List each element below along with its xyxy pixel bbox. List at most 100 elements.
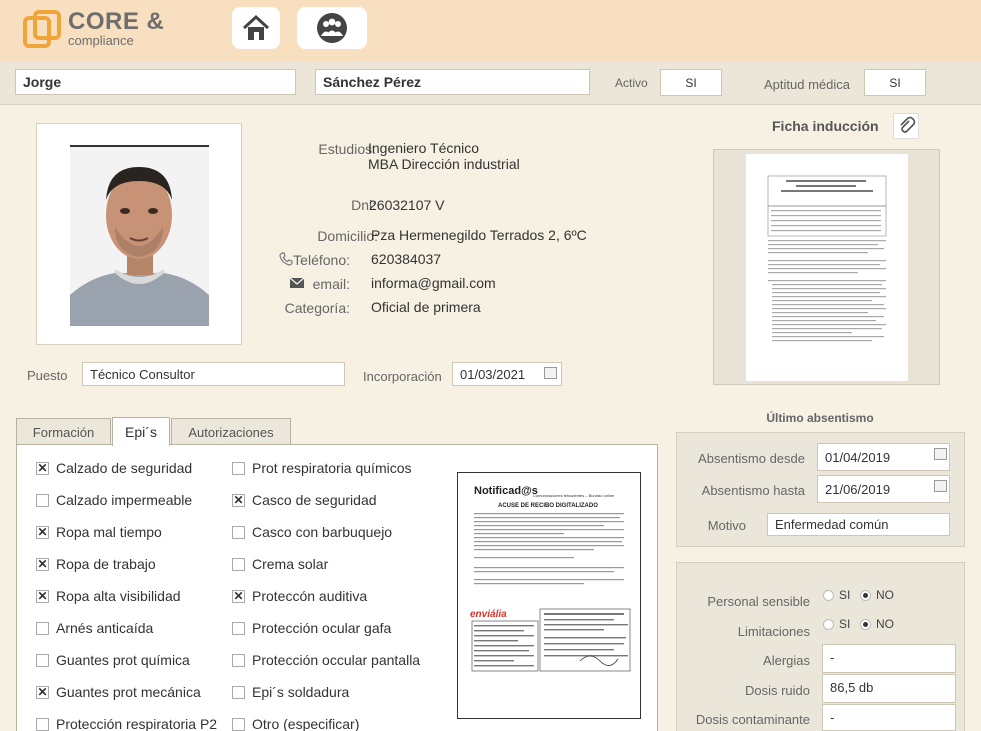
motivo-field[interactable]: Enfermedad común <box>767 513 950 536</box>
aptitud-field[interactable]: SI <box>864 69 926 96</box>
radio-label: NO <box>876 588 894 602</box>
epi-checkbox[interactable]: Crema solar <box>232 556 328 572</box>
group-button[interactable] <box>297 7 367 49</box>
first-name-field[interactable]: Jorge <box>15 69 296 95</box>
epi-checkbox[interactable]: ✕ Guantes prot mecánica <box>36 684 201 700</box>
home-icon <box>242 14 270 40</box>
checkbox-checked[interactable]: ✕ <box>36 685 49 699</box>
epi-checkbox[interactable]: ✕ Ropa de trabajo <box>36 556 156 572</box>
calendar-icon[interactable] <box>544 367 557 379</box>
epi-label: Calzado impermeable <box>56 492 193 508</box>
epi-checkbox[interactable]: Guantes prot química <box>36 652 190 668</box>
group-icon <box>317 13 347 43</box>
home-button[interactable] <box>232 7 280 49</box>
epi-checkbox[interactable]: Protección ocular gafa <box>232 620 391 636</box>
tab-epis[interactable]: Epi´s <box>112 417 170 446</box>
checkbox-unchecked[interactable] <box>232 717 245 731</box>
limitaciones-no-radio[interactable]: NO <box>860 617 894 631</box>
tab-formacion[interactable]: Formación <box>16 418 111 445</box>
receipt-text-lines <box>474 513 624 585</box>
checkbox-checked[interactable]: ✕ <box>36 525 49 539</box>
radio-label: SI <box>839 617 851 631</box>
epi-checkbox[interactable]: ✕ Proteccón auditiva <box>232 588 367 604</box>
checkbox-checked[interactable]: ✕ <box>36 589 49 603</box>
checkbox-unchecked[interactable] <box>36 493 49 507</box>
absentismo-hasta-field[interactable]: 21/06/2019 <box>817 475 950 503</box>
epi-label: Protección occular pantalla <box>252 652 421 668</box>
checkbox-unchecked[interactable] <box>232 557 245 571</box>
checkbox-checked[interactable]: ✕ <box>36 557 49 571</box>
epi-checkbox[interactable]: Prot respiratoria químicos <box>232 460 412 476</box>
checkbox-unchecked[interactable] <box>36 621 49 635</box>
sensible-no-radio[interactable]: NO <box>860 588 894 602</box>
epi-checkbox[interactable]: ✕ Calzado de seguridad <box>36 460 192 476</box>
dosis-ruido-field[interactable]: 86,5 db <box>822 674 956 703</box>
checkbox-unchecked[interactable] <box>232 653 245 667</box>
receipt-document[interactable]: Notificad@s Comunicaciones fehacientes –… <box>457 472 641 719</box>
epi-checkbox[interactable]: Calzado impermeable <box>36 492 192 508</box>
epi-checkbox[interactable]: Protección respiratoria P2 <box>36 716 217 731</box>
checkbox-unchecked[interactable] <box>232 525 245 539</box>
email-value[interactable]: informa@gmail.com <box>371 275 496 291</box>
receipt-brand: Notificad@s <box>474 485 538 497</box>
logo-icon <box>23 10 61 48</box>
checkbox-unchecked[interactable] <box>232 621 245 635</box>
limitaciones-si-radio[interactable]: SI <box>823 617 850 631</box>
checkbox-unchecked[interactable] <box>36 717 49 731</box>
epi-label: Casco de seguridad <box>252 492 377 508</box>
radio-dot <box>823 589 834 601</box>
absentismo-title: Último absentismo <box>766 411 874 425</box>
domicilio-label: Domicilio: <box>317 228 378 244</box>
estudios-line2: MBA Dirección industrial <box>368 156 520 172</box>
attach-button[interactable] <box>893 113 919 139</box>
alergias-field[interactable]: - <box>822 644 956 673</box>
calendar-icon[interactable] <box>934 480 947 492</box>
dosis-contaminante-field[interactable]: - <box>822 704 956 731</box>
paperclip-icon <box>900 116 916 133</box>
tab-autorizaciones[interactable]: Autorizaciones <box>171 418 291 445</box>
receipt-form-image <box>471 608 631 672</box>
epi-checkbox[interactable]: Otro (especificar) <box>232 716 359 731</box>
epi-label: Epi´s soldadura <box>252 684 350 700</box>
incorporacion-value: 01/03/2021 <box>460 366 526 382</box>
epi-label: Prot respiratoria químicos <box>252 460 412 476</box>
ficha-document-preview[interactable] <box>713 149 940 385</box>
estudios-label: Estudios: <box>318 141 376 157</box>
activo-field[interactable]: SI <box>660 69 722 96</box>
domicilio-value: Pza Hermenegildo Terrados 2, 6ºC <box>371 227 587 243</box>
checkbox-checked[interactable]: ✕ <box>232 493 245 507</box>
email-label: email: <box>312 276 350 292</box>
checkbox-unchecked[interactable] <box>232 461 245 475</box>
checkbox-unchecked[interactable] <box>232 685 245 699</box>
puesto-field[interactable]: Técnico Consultor <box>82 362 345 386</box>
epi-label: Protección ocular gafa <box>252 620 392 636</box>
radio-label: SI <box>839 588 851 602</box>
last-name-field[interactable]: Sánchez Pérez <box>315 69 590 95</box>
limitaciones-label: Limitaciones <box>737 624 810 639</box>
checkbox-checked[interactable]: ✕ <box>232 589 245 603</box>
epi-label: Calzado de seguridad <box>56 460 193 476</box>
categoria-value: Oficial de primera <box>371 299 481 315</box>
radio-label: NO <box>876 617 894 631</box>
brand-name: CORE & <box>68 8 165 35</box>
categoria-label: Categoría: <box>284 300 350 316</box>
epi-label: Arnés anticaída <box>56 620 154 636</box>
ficha-title: Ficha inducción <box>772 118 879 134</box>
epi-checkbox[interactable]: Arnés anticaída <box>36 620 153 636</box>
personal-sensible-label: Personal sensible <box>707 594 810 609</box>
incorporacion-label: Incorporación <box>363 369 442 384</box>
epi-label: Proteccón auditiva <box>252 588 368 604</box>
epi-checkbox[interactable]: Protección occular pantalla <box>232 652 420 668</box>
epi-label: Ropa de trabajo <box>56 556 156 572</box>
epi-checkbox[interactable]: ✕ Ropa mal tiempo <box>36 524 162 540</box>
epi-checkbox[interactable]: ✕ Ropa alta visibilidad <box>36 588 181 604</box>
epi-checkbox[interactable]: Casco con barbuquejo <box>232 524 392 540</box>
epi-checkbox[interactable]: Epi´s soldadura <box>232 684 349 700</box>
checkbox-unchecked[interactable] <box>36 653 49 667</box>
checkbox-checked[interactable]: ✕ <box>36 461 49 475</box>
calendar-icon[interactable] <box>934 448 947 460</box>
sensible-si-radio[interactable]: SI <box>823 588 850 602</box>
epi-checkbox[interactable]: ✕ Casco de seguridad <box>232 492 377 508</box>
absentismo-desde-field[interactable]: 01/04/2019 <box>817 443 950 471</box>
receipt-tagline: Comunicaciones fehacientes – Burofax onl… <box>533 493 615 498</box>
